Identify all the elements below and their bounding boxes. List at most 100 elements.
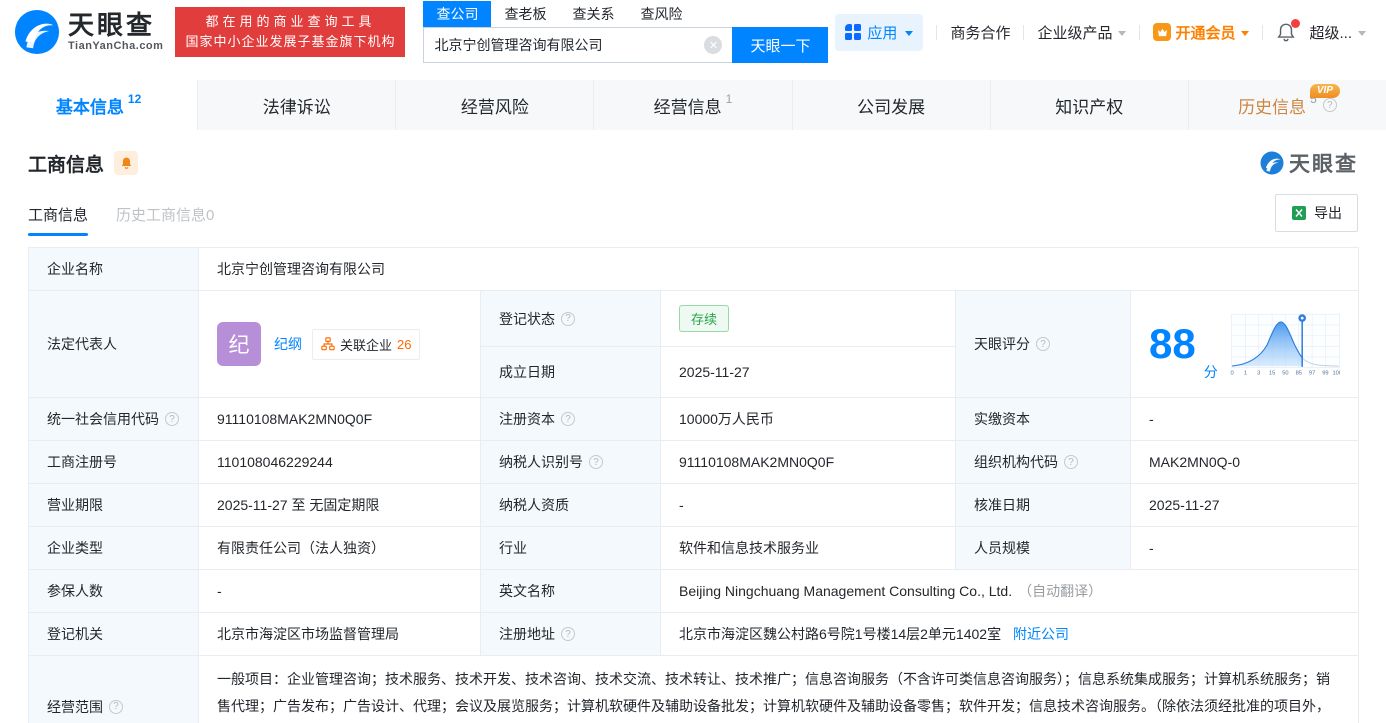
chevron-down-icon <box>1358 30 1366 36</box>
help-icon[interactable] <box>561 311 575 326</box>
help-icon[interactable] <box>1322 98 1337 112</box>
table-row: 企业类型 有限责任公司（法人独资） 行业 软件和信息技术服务业 人员规模 - <box>28 526 1359 570</box>
search-input[interactable] <box>424 37 705 53</box>
subtab-history-business-info[interactable]: 历史工商信息0 <box>116 204 214 236</box>
menu-enterprise-products[interactable]: 企业级产品 <box>1037 22 1127 43</box>
value-tyc-score: 88 分 0 1 3 15 50 85 97 99 10 <box>1130 290 1359 398</box>
subscribe-bell-button[interactable] <box>114 151 139 175</box>
search-tab-boss[interactable]: 查老板 <box>491 1 559 27</box>
logo-domain: TianYanCha.com <box>68 40 164 52</box>
tab-company-development[interactable]: 公司发展 <box>793 80 991 130</box>
search-tab-risk[interactable]: 查风险 <box>627 1 695 27</box>
score-unit: 分 <box>1203 364 1218 380</box>
reg-address-label: 注册地址 <box>499 626 555 642</box>
help-icon[interactable] <box>561 627 575 641</box>
credit-code-label: 统一社会信用代码 <box>47 411 159 427</box>
value-reg-number: 110108046229244 <box>198 440 481 484</box>
value-establish-date: 2025-11-27 <box>660 346 956 398</box>
label-company-type: 企业类型 <box>28 526 199 570</box>
value-reg-status: 存续 <box>660 289 956 348</box>
help-icon[interactable] <box>165 412 179 426</box>
label-staff-size: 人员规模 <box>955 526 1131 570</box>
crown-icon <box>1153 23 1172 41</box>
label-reg-status: 登记状态 <box>480 289 661 348</box>
svg-text:1: 1 <box>1244 370 1247 376</box>
tianyancha-swirl-icon <box>14 9 60 55</box>
value-reg-capital: 10000万人民币 <box>660 397 956 441</box>
tab-count: 1 <box>725 92 733 106</box>
vip-badge: VIP <box>1309 84 1340 98</box>
export-button[interactable]: 导出 <box>1275 194 1358 232</box>
bell-icon <box>121 157 131 169</box>
watermark-text: 天眼查 <box>1289 153 1358 176</box>
apps-menu[interactable]: 应用 <box>835 13 924 51</box>
apps-grid-icon <box>845 24 862 40</box>
table-row: 参保人数 - 英文名称 Beijing Ningchuang Managemen… <box>28 569 1359 613</box>
nearby-companies-link[interactable]: 附近公司 <box>1013 626 1069 642</box>
label-industry: 行业 <box>480 526 661 570</box>
value-industry: 软件和信息技术服务业 <box>660 526 956 570</box>
user-menu[interactable]: 超级... <box>1309 22 1366 43</box>
table-row: 法定代表人 纪 纪纲 关联企业 26 登记状态 ? 存续 天眼评分 ? 88 分… <box>28 289 1359 398</box>
svg-text:0: 0 <box>1230 370 1233 376</box>
label-credit-code: 统一社会信用代码 <box>28 397 199 441</box>
notification-bell[interactable] <box>1276 18 1301 43</box>
label-legal-rep: 法定代表人 <box>28 290 199 398</box>
svg-text:99: 99 <box>1322 370 1328 376</box>
value-taxpayer-quality: - <box>660 483 956 527</box>
clear-search-icon[interactable] <box>704 36 723 54</box>
legal-rep-name-link[interactable]: 纪纲 <box>274 334 302 354</box>
search-box: 天眼一下 <box>423 27 829 63</box>
search-tabs: 查公司 查老板 查关系 查风险 <box>423 1 828 27</box>
business-scope-label: 经营范围 <box>47 698 103 715</box>
tab-legal-proceedings[interactable]: 法律诉讼 <box>198 80 397 130</box>
table-row: 工商注册号 110108046229244 纳税人识别号 91110108MAK… <box>28 440 1359 484</box>
tab-operating-info[interactable]: 经营信息 1 <box>594 80 793 130</box>
logo-title: 天眼查 <box>68 10 156 40</box>
help-icon[interactable] <box>589 455 603 469</box>
tianyancha-logo[interactable]: 天眼查 TianYanCha.com <box>14 9 163 55</box>
table-row: 经营范围 一般项目：企业管理咨询；技术服务、技术开发、技术咨询、技术交流、技术转… <box>28 655 1359 723</box>
help-icon[interactable] <box>561 412 575 426</box>
search-tab-relation[interactable]: 查关系 <box>559 1 627 27</box>
reg-capital-label: 注册资本 <box>499 411 555 427</box>
value-company-name: 北京宁创管理咨询有限公司 <box>198 247 1359 291</box>
tab-history-info[interactable]: VIP 历史信息 5 <box>1189 80 1386 130</box>
chevron-down-icon <box>1118 30 1127 36</box>
tab-label: 经营信息 <box>653 97 722 117</box>
related-companies-badge[interactable]: 关联企业 26 <box>312 328 421 360</box>
divider <box>1262 24 1264 40</box>
related-companies-label: 关联企业 <box>340 337 393 353</box>
help-icon[interactable] <box>109 699 123 714</box>
help-icon[interactable] <box>1036 337 1050 351</box>
promo-line2: 国家中小企业发展子基金旗下机构 <box>185 34 396 49</box>
user-label: 超级... <box>1309 24 1352 42</box>
divider <box>1023 24 1025 40</box>
value-insured-count: - <box>198 569 481 613</box>
tab-label: 知识产权 <box>1055 97 1124 117</box>
section-title: 工商信息 <box>28 154 105 176</box>
label-taxpayer-quality: 纳税人资质 <box>480 483 661 527</box>
help-icon[interactable] <box>1064 455 1078 469</box>
tab-intellectual-property[interactable]: 知识产权 <box>991 80 1189 130</box>
svg-text:100: 100 <box>1332 370 1340 376</box>
label-tyc-score: 天眼评分 <box>955 290 1131 398</box>
logo-text: 天眼查 TianYanCha.com <box>68 12 163 52</box>
search-tab-company[interactable]: 查公司 <box>423 1 492 27</box>
label-paid-capital: 实缴资本 <box>955 397 1131 441</box>
svg-text:97: 97 <box>1309 370 1315 376</box>
value-credit-code: 91110108MAK2MN0Q0F <box>198 397 481 441</box>
table-row: 统一社会信用代码 91110108MAK2MN0Q0F 注册资本 10000万人… <box>28 397 1359 441</box>
menu-open-vip[interactable]: 开通会员 <box>1153 22 1250 43</box>
search-button[interactable]: 天眼一下 <box>732 27 829 63</box>
open-vip-label: 开通会员 <box>1175 24 1236 42</box>
menu-cooperation[interactable]: 商务合作 <box>950 22 1010 43</box>
tab-operating-risk[interactable]: 经营风险 <box>396 80 595 130</box>
tianyancha-swirl-icon <box>1260 151 1284 175</box>
search-area: 查公司 查老板 查关系 查风险 天眼一下 <box>423 1 829 63</box>
subtab-business-info[interactable]: 工商信息 <box>28 204 89 236</box>
tab-label: 基本信息 <box>55 97 124 117</box>
tab-basic-info[interactable]: 基本信息 12 <box>0 80 199 130</box>
legal-rep-avatar[interactable]: 纪 <box>217 322 261 366</box>
english-name-text: Beijing Ningchuang Management Consulting… <box>679 583 1013 599</box>
